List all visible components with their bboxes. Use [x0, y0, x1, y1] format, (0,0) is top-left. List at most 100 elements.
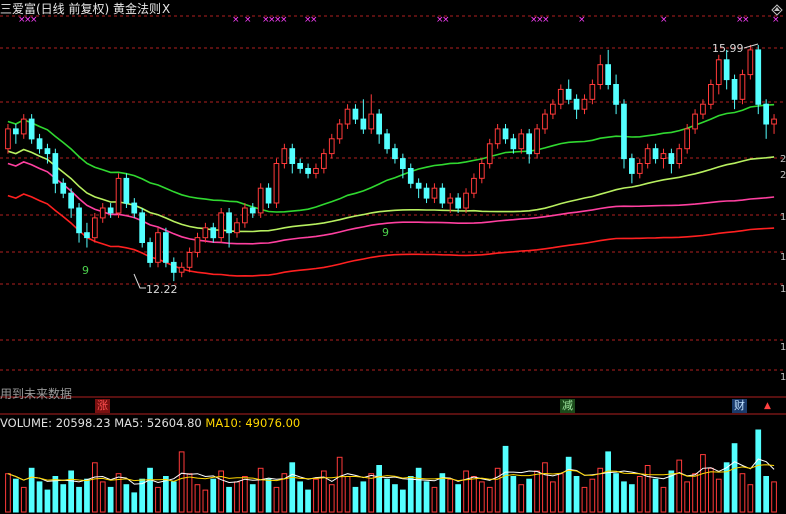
candle-body [328, 138, 335, 155]
event-marker: × [30, 15, 38, 25]
candle-body [92, 217, 98, 239]
candle-body [731, 79, 738, 100]
candle-body [747, 49, 754, 76]
candle-body [139, 212, 146, 243]
ma-lightgreen-line [7, 148, 775, 233]
candlestick-chart[interactable]: ××× × × ×××× ×× ×× ××× × × ×× × [0, 0, 786, 514]
candle-body [170, 261, 177, 273]
candle-body [557, 88, 564, 105]
reduce-badge[interactable]: 减 [560, 399, 575, 413]
event-marker: × [232, 15, 240, 25]
volume-bar [700, 454, 706, 513]
event-marker: × [578, 15, 586, 25]
volume-bar [84, 478, 90, 513]
volume-bar [763, 476, 769, 513]
candle-body [360, 118, 367, 130]
price-candles [5, 44, 777, 282]
volume-bar [479, 481, 485, 513]
candle-body [84, 232, 90, 239]
volume-bar [526, 478, 532, 513]
volume-bar [431, 486, 438, 513]
candle-body [605, 64, 611, 85]
candle-body [518, 133, 525, 150]
candle-body [202, 227, 209, 239]
volume-bar [455, 484, 461, 513]
volume-bar [415, 467, 422, 513]
volume-bar [605, 451, 611, 513]
volume-bar [99, 481, 106, 513]
volume-bar [771, 481, 777, 513]
axis-edge-label: 2 [780, 170, 786, 181]
volume-value: 20598.23 [55, 416, 111, 430]
volume-bar [123, 484, 130, 513]
signal-count-label: 9 [82, 264, 89, 277]
rise-badge[interactable]: 涨 [95, 399, 110, 413]
close-indicator-button[interactable]: X [162, 2, 170, 16]
volume-bar [731, 443, 738, 513]
event-marker: × [742, 15, 750, 25]
candle-body [423, 187, 430, 199]
volume-bar [400, 489, 406, 513]
candle-body [739, 74, 746, 100]
ma5-label: MA5: [114, 416, 144, 430]
volume-bar [581, 486, 588, 513]
volume-bar [668, 470, 675, 513]
candle-body [494, 128, 501, 145]
candle-body [431, 187, 438, 199]
volume-bar [234, 481, 240, 513]
volume-bar [328, 484, 335, 513]
candle-body [573, 98, 580, 110]
candle-body [376, 113, 382, 135]
candle-body [13, 128, 19, 135]
candle-body [249, 207, 256, 214]
ma10-value: 49076.00 [245, 416, 301, 430]
volume-bar [676, 459, 683, 513]
volume-bar [44, 489, 51, 513]
candle-body [715, 59, 722, 85]
candle-body [265, 187, 272, 204]
candle-body [660, 153, 667, 160]
candle-body [5, 128, 11, 150]
candle-body [479, 163, 485, 179]
volume-bar [305, 489, 311, 513]
volume-bar [52, 476, 59, 513]
candle-body [115, 177, 122, 214]
volume-bar [589, 478, 596, 513]
scroll-up-icon[interactable] [771, 4, 783, 16]
volume-bar [502, 445, 509, 513]
volume-bar [510, 476, 517, 513]
candle-body [486, 143, 493, 165]
volume-bar [249, 484, 256, 513]
event-marker: × [280, 15, 288, 25]
candle-body [336, 123, 343, 140]
volume-bar [439, 473, 446, 513]
high-pointer [743, 43, 759, 49]
low-price-label: 12.22 [146, 283, 178, 296]
candle-body [257, 187, 264, 214]
finance-badge[interactable]: 财 [732, 399, 747, 413]
candle-body [178, 266, 185, 273]
volume-bar [613, 473, 619, 513]
event-marker: × [244, 15, 252, 25]
candle-body [534, 128, 540, 155]
candle-body [313, 168, 319, 174]
volume-bar [131, 492, 138, 513]
candle-body [755, 49, 762, 105]
candle-body [123, 177, 130, 204]
volume-bar [170, 481, 177, 513]
candle-body [384, 133, 390, 150]
candle-body [297, 163, 303, 169]
expand-arrow-icon[interactable]: ▲ [764, 401, 771, 411]
candle-body [692, 113, 698, 130]
ma5-value: 52604.80 [146, 416, 202, 430]
axis-edge-label: 1 [780, 342, 786, 353]
candle-body [344, 108, 351, 125]
candle-body [415, 182, 422, 189]
candle-body [455, 197, 461, 209]
candle-body [526, 133, 532, 155]
candle-body [36, 138, 43, 150]
candle-body [565, 88, 572, 100]
candle-body [644, 148, 651, 164]
volume-bar [597, 467, 604, 513]
volume-bar [715, 478, 722, 513]
